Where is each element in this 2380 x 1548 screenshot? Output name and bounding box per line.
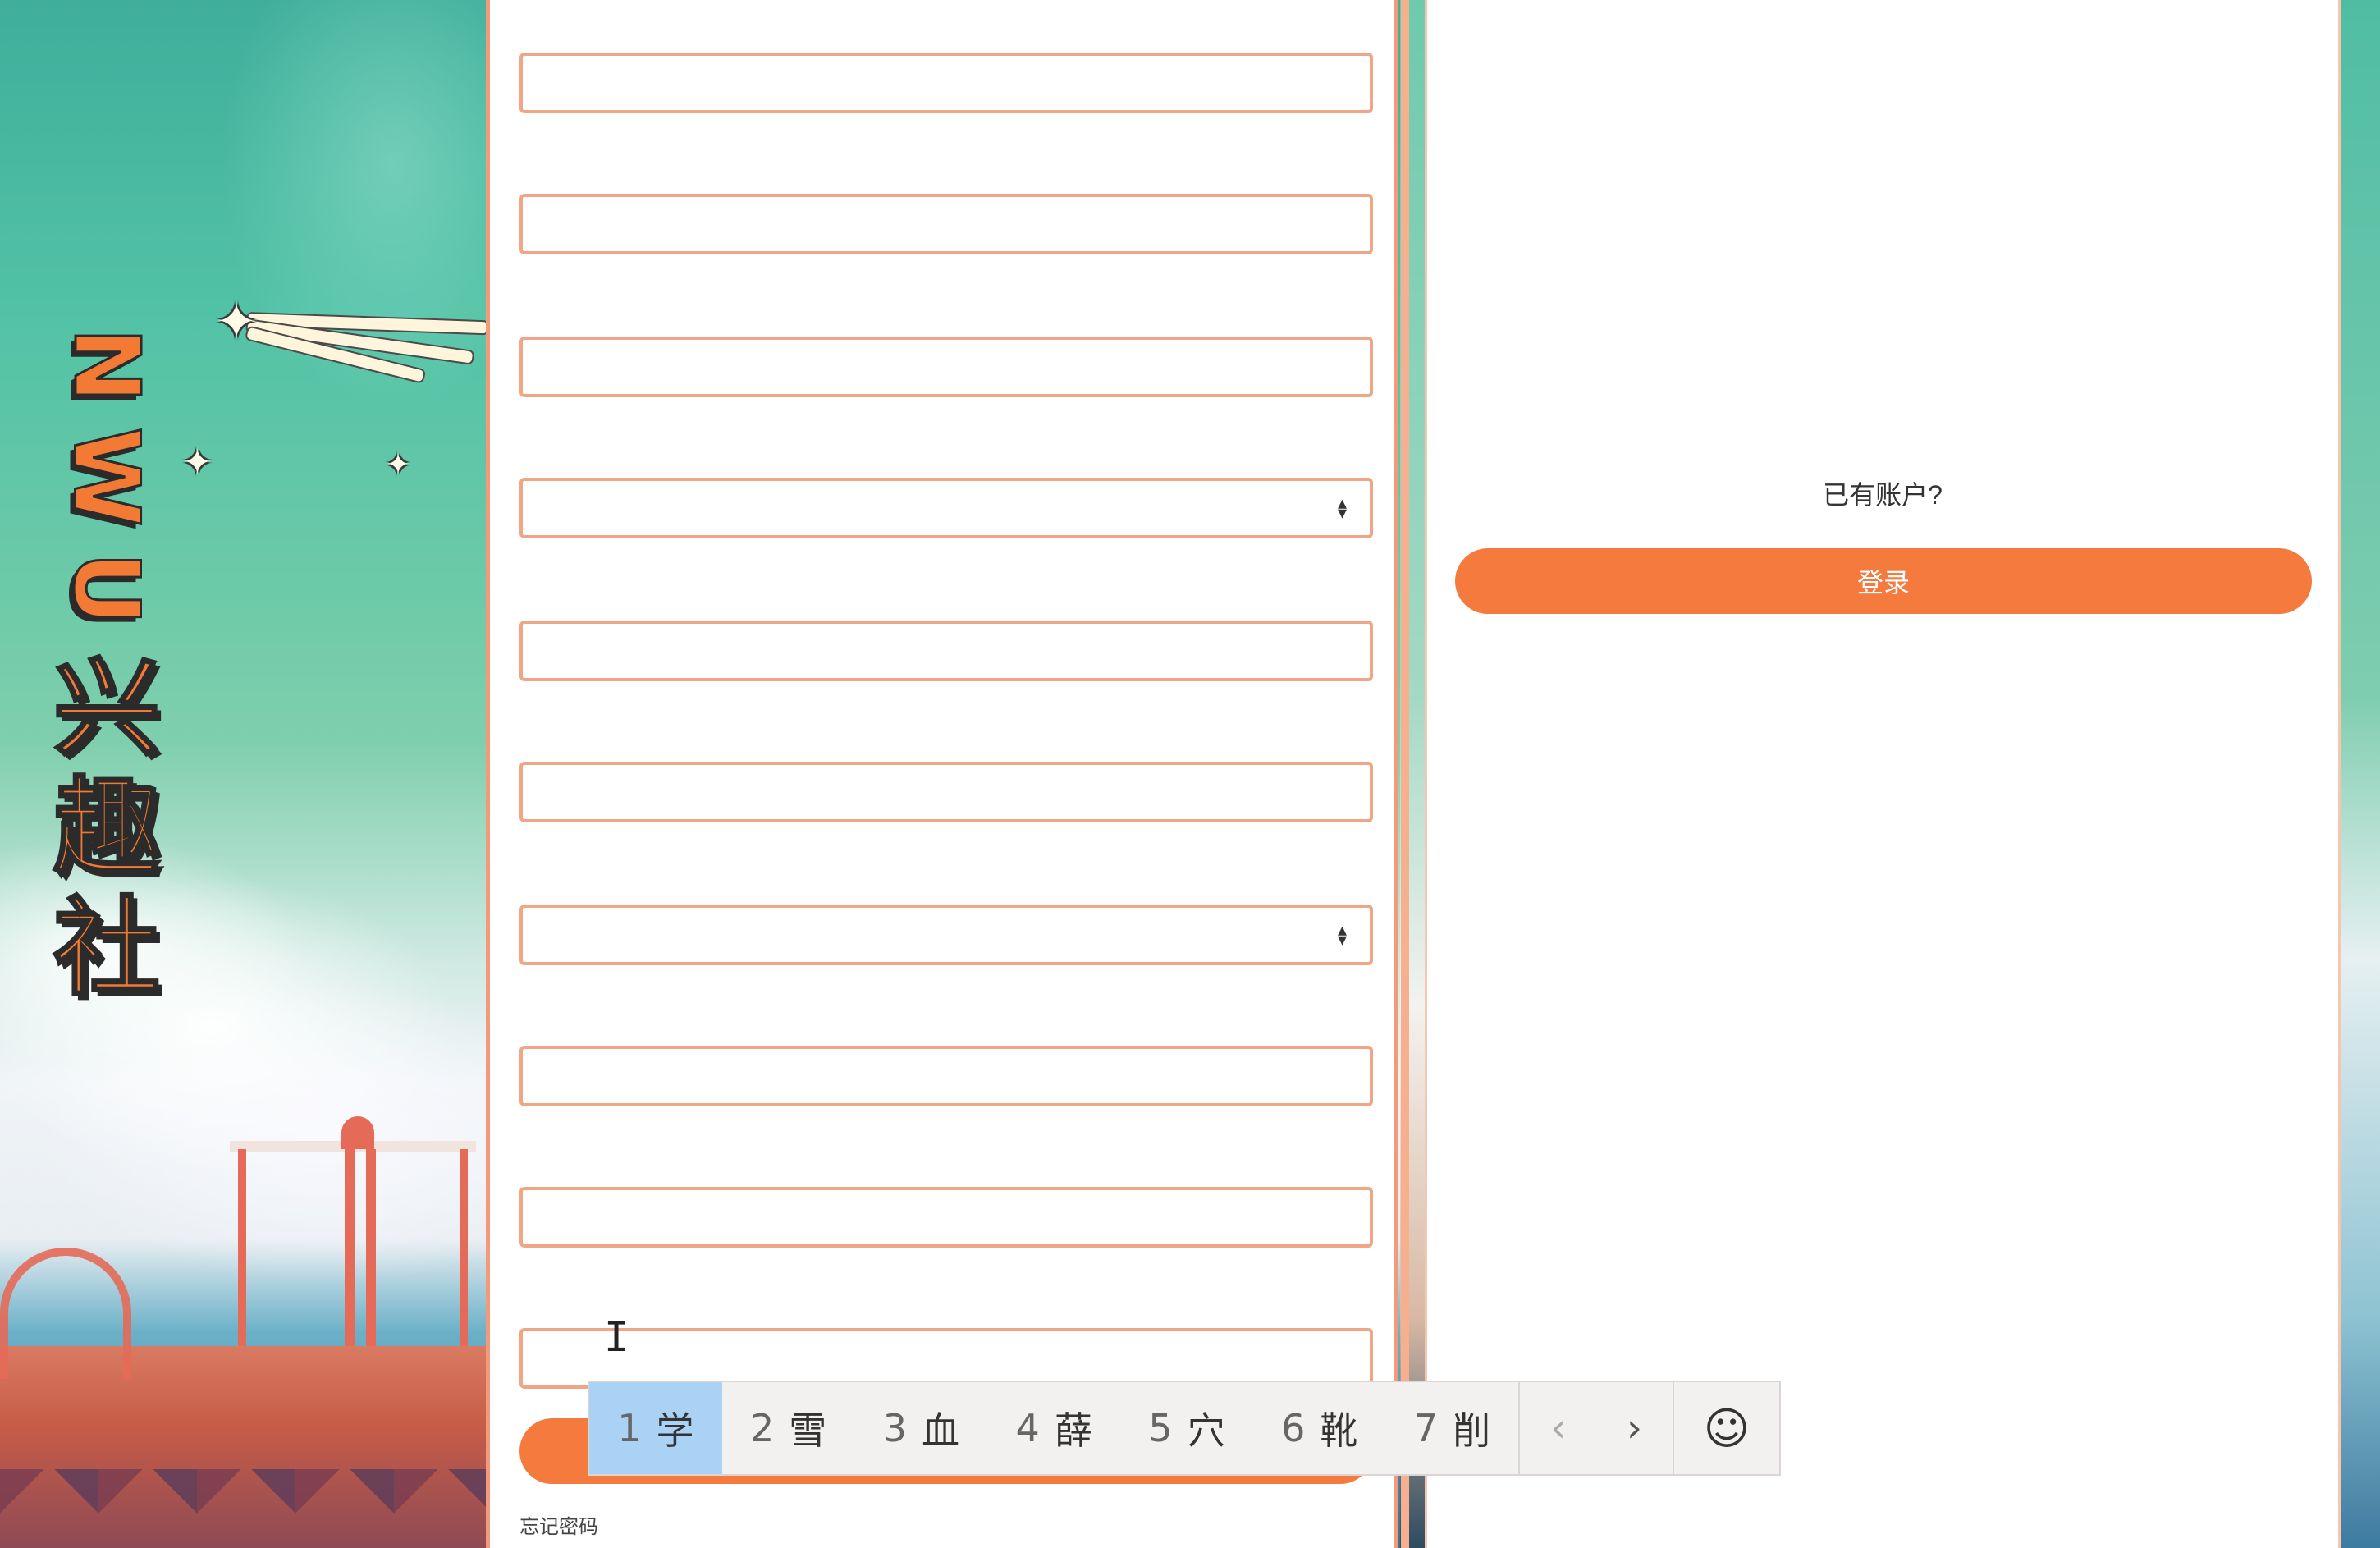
chevron-right-icon[interactable]: › [1596, 1382, 1673, 1474]
ime-candidate-bar: 1 学 2 雪 3 血 4 薛 5 穴 6 靴 7 削 ‹ › ☺ [588, 1381, 1781, 1476]
form-field-2[interactable] [519, 194, 1373, 254]
ime-candidate[interactable]: 2 雪 [722, 1382, 855, 1474]
form-field-6[interactable] [519, 1046, 1373, 1106]
forgot-password-link[interactable]: 忘记密码 [519, 1510, 598, 1539]
ride-post [460, 1149, 468, 1346]
star-icon: ✦ [182, 442, 213, 483]
ime-candidate-number: 3 [882, 1406, 908, 1450]
ime-candidate[interactable]: 5 穴 [1120, 1382, 1253, 1474]
logo-char: 趣 [52, 766, 161, 891]
ime-candidate-text: 靴 [1320, 1408, 1358, 1453]
ime-candidate-text: 血 [922, 1408, 960, 1453]
star-icon: ✦ [215, 294, 258, 350]
ime-candidate-number: 2 [750, 1406, 775, 1450]
sort-caret-icon: ▴ ▾ [1337, 492, 1347, 523]
ride-post [345, 1149, 355, 1346]
form-field-1[interactable] [519, 53, 1373, 113]
form-field-4[interactable] [519, 621, 1373, 681]
form-field-5[interactable] [519, 762, 1373, 822]
ride-post [238, 1149, 246, 1346]
ime-candidate[interactable]: 7 削 [1386, 1382, 1519, 1474]
logo-char: 社 [52, 886, 161, 1010]
text-cursor-icon: I [604, 1313, 629, 1361]
form-field-7[interactable] [519, 1187, 1373, 1248]
ime-candidate[interactable]: 6 靴 [1253, 1382, 1386, 1474]
background-strip-right [2341, 0, 2380, 1548]
ime-candidate-text: 削 [1453, 1408, 1491, 1453]
chevron-left-icon[interactable]: ‹ [1518, 1382, 1596, 1474]
star-icon: ✦ [386, 447, 411, 481]
ime-candidate-text: 穴 [1187, 1408, 1225, 1453]
ime-candidate-text: 学 [656, 1408, 694, 1453]
logo: N W U 兴 趣 社 [41, 320, 172, 1014]
ime-candidate[interactable]: 4 薛 [987, 1382, 1120, 1474]
background-ground-pattern [0, 1469, 492, 1548]
login-button[interactable]: 登录 [1455, 548, 2312, 614]
login-panel: 已有账户? 登录 [1425, 0, 2341, 1548]
ride-top-illustration [341, 1116, 374, 1149]
logo-letter: U [53, 551, 160, 626]
ime-candidate-number: 1 [617, 1406, 642, 1450]
form-select-1[interactable]: ▴ ▾ [519, 478, 1373, 538]
ime-candidate-text: 雪 [789, 1408, 827, 1453]
form-field-3[interactable] [519, 337, 1373, 397]
ime-candidate[interactable]: 1 学 [589, 1382, 722, 1474]
have-account-prompt: 已有账户? [1823, 480, 1943, 510]
ime-candidate-text: 薛 [1054, 1408, 1092, 1453]
form-select-2[interactable]: ▴ ▾ [519, 905, 1373, 965]
sort-caret-icon: ▴ ▾ [1337, 919, 1347, 950]
ime-candidate-number: 5 [1148, 1406, 1173, 1450]
logo-letter: W [53, 426, 161, 528]
ime-candidate[interactable]: 3 血 [855, 1382, 988, 1474]
logo-char: 兴 [52, 646, 161, 771]
ride-post [366, 1149, 376, 1346]
smiley-icon[interactable]: ☺ [1672, 1382, 1779, 1474]
roller-coaster-illustration [0, 1248, 131, 1379]
ime-candidate-number: 7 [1413, 1406, 1439, 1450]
form-field-8[interactable] [519, 1328, 1373, 1389]
logo-letter: N [53, 326, 161, 404]
ime-candidate-number: 6 [1281, 1406, 1306, 1450]
ime-candidate-number: 4 [1015, 1406, 1040, 1450]
